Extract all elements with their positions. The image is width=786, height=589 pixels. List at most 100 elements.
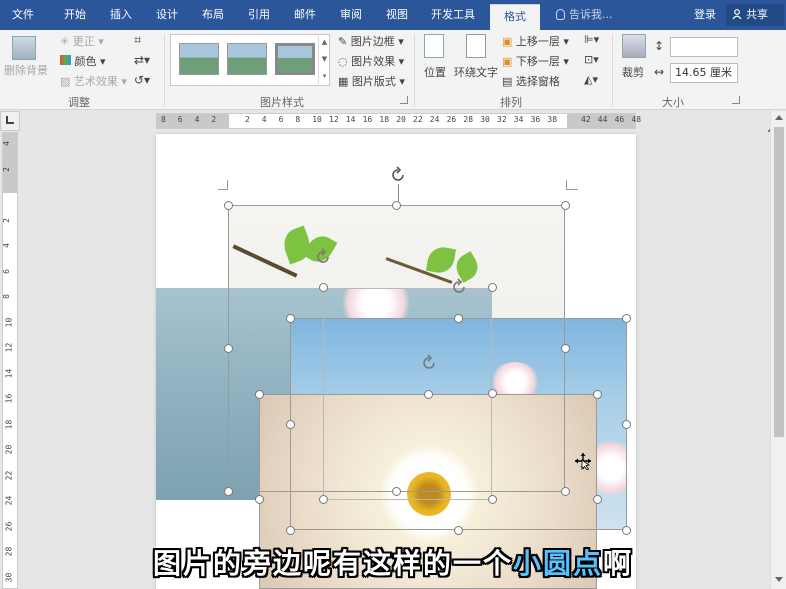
resize-handle[interactable] xyxy=(454,314,463,323)
ruler-tick: 24 xyxy=(429,115,440,124)
resize-handle[interactable] xyxy=(622,314,631,323)
resize-handle[interactable] xyxy=(622,420,631,429)
ruler-tick: 30 xyxy=(480,115,490,124)
crop-icon xyxy=(622,34,646,58)
rotate-handle-icon[interactable] xyxy=(450,278,468,296)
ruler-tick: 8 xyxy=(161,115,166,124)
rotate-icon[interactable]: ◭▾ xyxy=(584,73,598,86)
ruler-tick: 14 xyxy=(4,368,14,378)
share-button[interactable]: 共享 xyxy=(726,4,784,26)
color-button[interactable]: 颜色 ▾ xyxy=(60,53,106,69)
styles-dialog-launcher[interactable] xyxy=(400,96,408,104)
tab-insert[interactable]: 插入 xyxy=(100,0,142,30)
height-field[interactable] xyxy=(670,37,738,57)
ruler-tick: 2 xyxy=(1,217,11,223)
resize-handle[interactable] xyxy=(561,201,570,210)
tab-review[interactable]: 审阅 xyxy=(330,0,372,30)
tab-developer[interactable]: 开发工具 xyxy=(424,0,482,30)
resize-handle[interactable] xyxy=(622,526,631,535)
bring-forward-button[interactable]: ▣ 上移一层 ▾ xyxy=(502,33,569,49)
scroll-up-icon[interactable] xyxy=(775,115,783,120)
tab-file[interactable]: 文件 xyxy=(4,0,42,30)
reset-picture-icon[interactable]: ↺▾ xyxy=(134,73,150,87)
width-icon: ↔ xyxy=(654,65,665,79)
align-icon[interactable]: ⊫▾ xyxy=(584,33,599,46)
selection-pane-button[interactable]: ▤ 选择窗格 xyxy=(502,73,560,89)
ruler-tick: 34 xyxy=(513,115,524,124)
resize-handle[interactable] xyxy=(488,389,497,398)
ruler-tick: 18 xyxy=(4,419,14,429)
tab-references[interactable]: 引用 xyxy=(238,0,280,30)
group-icon[interactable]: ⊡▾ xyxy=(584,53,599,66)
picture-effects-button[interactable]: ◌ 图片效果 ▾ xyxy=(338,53,404,69)
scroll-thumb[interactable] xyxy=(774,127,784,437)
ruler-tick: 6 xyxy=(278,115,284,124)
style-thumbnail[interactable] xyxy=(179,43,219,75)
wrap-text-button[interactable]: 环绕文字 xyxy=(454,64,498,80)
style-thumbnail[interactable] xyxy=(227,43,267,75)
tell-me-text: 告诉我... xyxy=(569,8,613,21)
ruler-margin xyxy=(157,114,229,128)
ruler-tick: 4 xyxy=(194,115,200,124)
subtitle-text: 图片的旁边呢有这样的一个 xyxy=(152,547,513,580)
rotate-handle-icon[interactable] xyxy=(420,354,438,372)
resize-handle[interactable] xyxy=(224,487,233,496)
login-link[interactable]: 登录 xyxy=(694,0,716,30)
crop-button[interactable]: 裁剪 xyxy=(622,64,644,80)
vertical-ruler[interactable]: 4 2 2 4 6 8 10 12 14 16 18 20 22 24 26 28 30 xyxy=(2,132,18,589)
gallery-scroll[interactable]: ▲ ▼ ▾ xyxy=(318,34,330,86)
resize-handle[interactable] xyxy=(319,283,328,292)
resize-handle[interactable] xyxy=(319,495,328,504)
artistic-effects-button[interactable]: ▨ 艺术效果 ▾ xyxy=(60,73,127,89)
rotate-handle-icon[interactable] xyxy=(389,166,407,184)
resize-handle[interactable] xyxy=(224,201,233,210)
picture-layout-button[interactable]: ▦ 图片版式 ▾ xyxy=(338,73,405,89)
resize-handle[interactable] xyxy=(424,390,433,399)
rotate-handle-icon[interactable] xyxy=(314,248,332,266)
tab-format[interactable]: 格式 xyxy=(490,4,540,30)
position-icon xyxy=(424,34,444,58)
resize-handle[interactable] xyxy=(286,526,295,535)
size-dialog-launcher[interactable] xyxy=(732,96,740,104)
ruler-tick: 22 xyxy=(413,115,423,124)
position-button[interactable]: 位置 xyxy=(424,64,446,80)
resize-handle[interactable] xyxy=(286,314,295,323)
style-thumbnail[interactable] xyxy=(275,43,315,75)
resize-handle[interactable] xyxy=(224,344,233,353)
picture-border-button[interactable]: ✎ 图片边框 ▾ xyxy=(338,33,404,49)
resize-handle[interactable] xyxy=(454,526,463,535)
horizontal-ruler[interactable]: 8 6 4 2 2 4 6 8 10 12 14 16 18 20 22 24 26 28 30 32 34 36 38 42… xyxy=(156,113,641,129)
picture-border-label: 图片边框 xyxy=(350,35,395,48)
tab-layout[interactable]: 布局 xyxy=(192,0,234,30)
tab-design[interactable]: 设计 xyxy=(146,0,188,30)
resize-handle[interactable] xyxy=(392,487,401,496)
tab-home[interactable]: 开始 xyxy=(54,0,96,30)
resize-handle[interactable] xyxy=(286,420,295,429)
vertical-scrollbar[interactable] xyxy=(770,111,786,589)
resize-handle[interactable] xyxy=(593,495,602,504)
compress-pictures-icon[interactable]: ⌗ xyxy=(134,33,141,48)
resize-handle[interactable] xyxy=(255,495,264,504)
width-field[interactable]: 14.65 厘米 xyxy=(670,63,738,83)
rotate-handle-stem xyxy=(398,184,399,202)
corrections-button[interactable]: ✳ 更正 ▾ xyxy=(60,33,104,49)
resize-handle[interactable] xyxy=(593,390,602,399)
change-picture-icon[interactable]: ⇄▾ xyxy=(134,53,150,67)
resize-handle[interactable] xyxy=(561,487,570,496)
resize-handle[interactable] xyxy=(488,283,497,292)
resize-handle[interactable] xyxy=(392,201,401,210)
ruler-tick: 16 xyxy=(4,393,14,404)
resize-handle[interactable] xyxy=(488,495,497,504)
tab-view[interactable]: 视图 xyxy=(376,0,418,30)
remove-background-button[interactable]: 删除背景 xyxy=(4,62,48,78)
send-backward-button[interactable]: ▣ 下移一层 ▾ xyxy=(502,53,569,69)
send-backward-label: 下移一层 xyxy=(515,55,560,68)
ruler-tick: 6 xyxy=(177,115,183,124)
tell-me-box[interactable]: 告诉我... xyxy=(556,0,613,30)
resize-handle[interactable] xyxy=(255,390,264,399)
tab-selector[interactable] xyxy=(0,111,20,131)
picture-styles-gallery[interactable] xyxy=(170,34,330,86)
ruler-tick: 12 xyxy=(4,342,14,353)
tab-mailings[interactable]: 邮件 xyxy=(284,0,326,30)
resize-handle[interactable] xyxy=(561,344,570,353)
